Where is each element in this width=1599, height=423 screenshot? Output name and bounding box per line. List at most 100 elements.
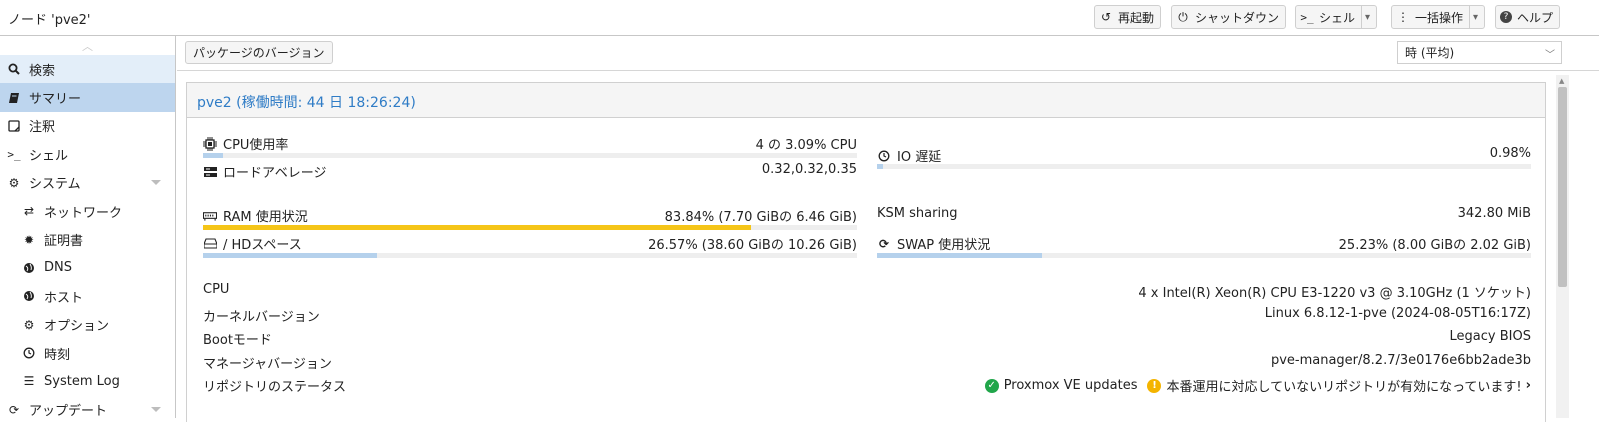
memory-icon bbox=[203, 209, 217, 223]
summary-toolbar: パッケージのバージョン 時 (平均) ﹀ bbox=[177, 36, 1599, 71]
undo-icon: ↺ bbox=[1100, 10, 1112, 24]
terminal-icon: >_ bbox=[7, 147, 21, 161]
question-circle-icon: ? bbox=[1500, 11, 1512, 23]
chevron-up-icon[interactable]: ︿ bbox=[0, 36, 175, 55]
timeframe-value: 時 (平均) bbox=[1405, 46, 1455, 60]
repo-warning-text: 本番運用に対応していないリポジトリが有効になっています! bbox=[1166, 380, 1522, 395]
node-navigation: ︿ 検索 サマリー 注釈 >_ シェル ⚙ システム ⇄ ネットワーク ✹ 証明… bbox=[0, 36, 176, 418]
ram-usage-label: RAM 使用状況 bbox=[223, 210, 308, 225]
sidebar-item-notes[interactable]: 注釈 bbox=[0, 112, 175, 140]
sidebar-item-label: システム bbox=[29, 177, 81, 193]
kernel-version-row: カーネルバージョン Linux 6.8.12-1-pve (2024-08-05… bbox=[203, 306, 1531, 328]
hd-space-bar bbox=[203, 253, 857, 258]
chevron-down-icon[interactable] bbox=[151, 406, 161, 412]
search-icon bbox=[7, 62, 21, 76]
manager-version-label: マネージャバージョン bbox=[203, 357, 332, 372]
sidebar-item-search[interactable]: 検索 bbox=[0, 55, 175, 84]
globe-icon bbox=[22, 261, 36, 275]
sidebar-item-network[interactable]: ⇄ ネットワーク bbox=[0, 197, 175, 225]
sidebar-item-label: ホスト bbox=[44, 290, 84, 306]
reboot-button[interactable]: ↺ 再起動 bbox=[1094, 5, 1162, 29]
help-label: ヘルプ bbox=[1517, 10, 1554, 25]
list-icon: ☰ bbox=[23, 374, 35, 389]
sidebar-item-label: 時刻 bbox=[44, 347, 71, 363]
server-icon bbox=[203, 165, 217, 179]
manager-version-value: pve-manager/8.2.7/3e0176e6bb2ade3b bbox=[1270, 353, 1531, 368]
swap-usage-label: SWAP 使用状況 bbox=[897, 238, 991, 253]
refresh-icon: ⟳ bbox=[8, 402, 20, 417]
sidebar-item-label: オプション bbox=[44, 319, 110, 335]
sidebar-item-label: 注釈 bbox=[29, 120, 56, 136]
sidebar-item-label: 検索 bbox=[29, 63, 56, 79]
sidebar-item-shell[interactable]: >_ シェル bbox=[0, 140, 175, 168]
exchange-icon: ⇄ bbox=[23, 204, 35, 219]
page-title: ノード 'pve2' bbox=[8, 13, 91, 28]
swap-usage-bar-fill bbox=[877, 253, 1042, 258]
sidebar-item-label: アップデート bbox=[29, 404, 108, 418]
io-delay-bar bbox=[877, 164, 1531, 169]
sidebar-item-time[interactable]: 時刻 bbox=[0, 339, 175, 367]
cpu-usage-value: 4 の 3.09% CPU bbox=[755, 138, 857, 153]
swap-usage-value: 25.23% (8.00 GiBの 2.02 GiB) bbox=[1338, 238, 1531, 253]
repository-status-value: ✓ Proxmox VE updates ! 本番運用に対応していないリポジトリ… bbox=[984, 376, 1531, 395]
bulk-actions-button[interactable]: ⋮ 一括操作 ▾ bbox=[1391, 5, 1486, 29]
cpu-model-label: CPU bbox=[203, 282, 230, 297]
ksm-sharing-row: KSM sharing 342.80 MiB bbox=[877, 206, 1531, 228]
boot-mode-label: Bootモード bbox=[203, 333, 272, 348]
scrollbar-thumb[interactable] bbox=[1558, 87, 1567, 287]
sidebar-item-system[interactable]: ⚙ システム bbox=[0, 169, 175, 197]
cpu-usage-bar-fill bbox=[203, 153, 224, 158]
shutdown-button[interactable]: ⏻ シャットダウン bbox=[1171, 5, 1287, 29]
book-icon bbox=[7, 91, 21, 105]
node-header: ノード 'pve2' ↺ 再起動 ⏻ シャットダウン >_ シェル ▾ ⋮ 一括… bbox=[0, 0, 1599, 36]
main-scrollbar[interactable]: ▲ bbox=[1556, 75, 1569, 418]
sidebar-item-options[interactable]: ⚙ オプション bbox=[0, 311, 175, 339]
load-average-row: ロードアベレージ 0.32,0.32,0.35 bbox=[203, 162, 857, 184]
kernel-version-label: カーネルバージョン bbox=[203, 310, 320, 325]
load-average-label: ロードアベレージ bbox=[223, 166, 327, 181]
chevron-down-icon: ﹀ bbox=[1545, 50, 1555, 61]
ksm-sharing-label: KSM sharing bbox=[877, 206, 958, 221]
timeframe-select[interactable]: 時 (平均) ﹀ bbox=[1397, 41, 1562, 64]
cpu-model-row: CPU 4 x Intel(R) Xeon(R) CPU E3-1220 v3 … bbox=[203, 282, 1531, 304]
sidebar-item-label: シェル bbox=[29, 148, 69, 164]
refresh-icon: ⟳ bbox=[878, 236, 890, 251]
ram-usage-value: 83.84% (7.70 GiBの 6.46 GiB) bbox=[664, 210, 857, 225]
gear-icon: ⚙ bbox=[23, 317, 35, 332]
repo-ok-text: Proxmox VE updates bbox=[1003, 378, 1138, 393]
chevron-down-icon[interactable] bbox=[151, 179, 161, 185]
sidebar-item-certificates[interactable]: ✹ 証明書 bbox=[0, 225, 175, 253]
sidebar-item-hosts[interactable]: ホスト bbox=[0, 282, 175, 310]
clock-icon bbox=[877, 149, 891, 163]
load-average-value: 0.32,0.32,0.35 bbox=[761, 162, 857, 177]
help-button[interactable]: ? ヘルプ bbox=[1495, 5, 1561, 29]
panel-title: pve2 (稼働時間: 44 日 18:26:24) bbox=[197, 95, 416, 111]
repository-status-row: リポジトリのステータス ✓ Proxmox VE updates ! 本番運用に… bbox=[203, 376, 1531, 398]
note-icon bbox=[7, 119, 21, 133]
shell-button[interactable]: >_ シェル ▾ bbox=[1295, 5, 1378, 29]
sidebar-item-label: DNS bbox=[44, 260, 72, 276]
sidebar-item-dns[interactable]: DNS bbox=[0, 254, 175, 282]
hd-space-bar-fill bbox=[203, 253, 377, 258]
sidebar-item-label: サマリー bbox=[29, 92, 82, 108]
shell-dropdown-arrow[interactable]: ▾ bbox=[1361, 6, 1370, 28]
scroll-up-arrow-icon[interactable]: ▲ bbox=[1559, 77, 1564, 85]
ellipsis-vertical-icon: ⋮ bbox=[1397, 10, 1409, 24]
swap-usage-bar bbox=[877, 253, 1531, 258]
ram-usage-bar-fill bbox=[203, 225, 752, 230]
cogs-icon: ⚙ bbox=[8, 175, 20, 190]
bulk-dropdown-arrow[interactable]: ▾ bbox=[1469, 6, 1478, 28]
reboot-label: 再起動 bbox=[1118, 10, 1155, 25]
io-delay-bar-fill bbox=[877, 164, 884, 169]
sidebar-item-updates[interactable]: ⟳ アップデート bbox=[0, 396, 175, 418]
chevron-right-icon[interactable]: › bbox=[1526, 378, 1531, 393]
sidebar-item-label: ネットワーク bbox=[44, 205, 123, 221]
power-icon: ⏻ bbox=[1178, 9, 1188, 24]
sidebar-item-summary[interactable]: サマリー bbox=[0, 83, 175, 112]
ksm-sharing-value: 342.80 MiB bbox=[1457, 206, 1531, 221]
repository-status-label: リポジトリのステータス bbox=[203, 380, 347, 395]
sidebar-item-system-log[interactable]: ☰ System Log bbox=[0, 367, 175, 395]
exclamation-circle-icon: ! bbox=[1147, 378, 1162, 393]
sidebar-item-label: System Log bbox=[44, 373, 120, 389]
package-versions-button[interactable]: パッケージのバージョン bbox=[185, 41, 333, 64]
